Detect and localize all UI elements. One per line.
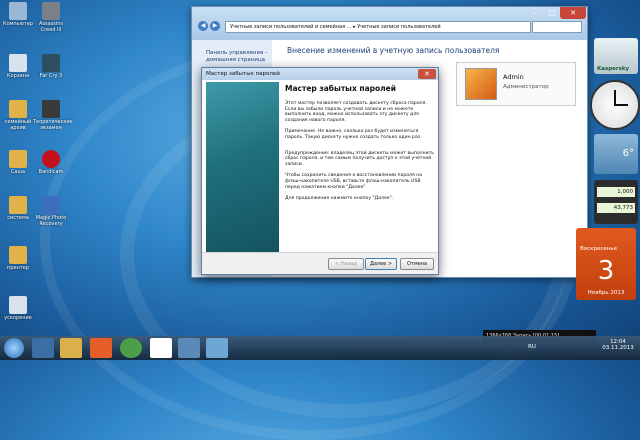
control-panel-home-link[interactable]: Панель управления - домашняя страница (206, 50, 267, 64)
recovery-icon (42, 196, 60, 214)
ie-taskbar-icon[interactable] (32, 338, 54, 358)
next-button[interactable]: Далее > (365, 258, 397, 270)
desktop-icon-label: Bandicam (38, 169, 64, 175)
folder-icon (9, 196, 27, 214)
back-button[interactable]: ◀ (198, 21, 208, 31)
clock[interactable]: 12:04 03.11.2013 (601, 339, 635, 351)
desktop-icon-exam[interactable]: Теоретические экзамен (33, 100, 73, 131)
currency-value: 1,000 (597, 187, 635, 197)
search-input[interactable] (532, 21, 582, 33)
traffic-light-icon (42, 100, 60, 118)
wizard-titlebar: Мастер забытых паролей ✕ (202, 68, 438, 80)
forward-button[interactable]: ▶ (210, 21, 220, 31)
maximize-button[interactable]: □ (544, 7, 560, 19)
taskbar: RU 12:04 03.11.2013 (0, 336, 640, 360)
yandex-taskbar-icon[interactable] (150, 338, 172, 358)
back-button[interactable]: < Назад (328, 258, 364, 270)
desktop-icon-label: Magic Photo Recovery (35, 215, 67, 227)
desktop-icon-printer[interactable]: принтер (0, 246, 36, 271)
folder-icon (9, 246, 27, 264)
document-icon (9, 296, 27, 314)
close-button[interactable]: ✕ (560, 7, 586, 19)
wizard-taskbar-icon[interactable] (206, 338, 228, 358)
desktop-icon-label: Саша (10, 169, 26, 175)
clock-hand (614, 104, 628, 106)
desktop-icon-bandicam[interactable]: Bandicam (33, 150, 69, 175)
account-tile[interactable]: Admin Администратор (456, 62, 576, 106)
folder-icon (9, 100, 27, 118)
link-line: Панель управления - (206, 50, 268, 56)
wizard-paragraph: Для продолжения нажмите кнопку "Далее". (285, 196, 394, 202)
breadcrumb-part[interactable]: Учетные записи пользователей и семейная … (230, 24, 351, 30)
avatar (465, 68, 497, 100)
address-bar[interactable]: Учетные записи пользователей и семейная … (225, 21, 531, 33)
wizard-paragraph: Этот мастер позволяет создавать дискету … (285, 101, 427, 123)
account-name: Admin (503, 73, 524, 81)
clock-date: 03.11.2013 (602, 345, 634, 351)
temperature-value: 6° (622, 148, 634, 159)
wizard-button-bar: < Назад Далее > Отмена (202, 252, 438, 274)
desktop-icon-label: Компьютер (3, 21, 33, 27)
link-line: домашняя страница (206, 57, 266, 63)
calendar-month: Ноябрь 2013 (587, 290, 625, 296)
chrome-taskbar-icon[interactable] (120, 338, 142, 358)
desktop-icon-assassins-creed[interactable]: Assassins Creed III (33, 2, 69, 33)
page-title: Внесение изменений в учетную запись поль… (287, 46, 500, 55)
game-icon (42, 2, 60, 20)
desktop-icon-speedup[interactable]: ускорение (0, 296, 36, 321)
account-role: Администратор (503, 84, 549, 90)
breadcrumb-part[interactable]: Учетные записи пользователей (357, 24, 440, 30)
desktop-icon-system[interactable]: система (0, 196, 36, 221)
desktop-icon-photo-recovery[interactable]: Magic Photo Recovery (33, 196, 69, 227)
desktop-icon-label: семейный архив (4, 119, 32, 131)
desktop-icon-label: Теоретические экзамен (33, 119, 73, 131)
desktop-icon-sasha[interactable]: Саша (0, 150, 36, 175)
record-icon (42, 150, 60, 168)
desktop-icon-label: принтер (6, 265, 30, 271)
folder-icon (9, 150, 27, 168)
control-panel-taskbar-icon[interactable] (178, 338, 200, 358)
wizard-paragraph: Чтобы сохранить сведения о восстановлени… (285, 173, 423, 190)
weather-gadget[interactable]: 6° (594, 134, 638, 174)
desktop-icon-label: система (7, 215, 29, 221)
antivirus-gadget[interactable]: Kaspersky (594, 38, 638, 74)
recycle-bin-icon (9, 54, 27, 72)
desktop-icon-far-cry[interactable]: Far Cry 3 (33, 54, 69, 79)
start-button[interactable] (4, 338, 24, 358)
wizard-content: Мастер забытых паролей Этот мастер позво… (285, 84, 435, 208)
desktop-icon-family-archive[interactable]: семейный архив (0, 100, 36, 131)
wizard-title: Мастер забытых паролей (206, 71, 280, 77)
wizard-heading: Мастер забытых паролей (285, 84, 396, 93)
calendar-weekday: Воскресенье (580, 246, 617, 252)
media-player-taskbar-icon[interactable] (90, 338, 112, 358)
control-panel-titlebar: – □ ✕ ◀ ▶ Учетные записи пользователей и… (192, 7, 587, 40)
game-icon (42, 54, 60, 72)
cancel-button[interactable]: Отмена (400, 258, 434, 270)
computer-icon (9, 2, 27, 20)
calendar-day: 3 (597, 256, 615, 286)
currency-gadget[interactable]: 1,000 43,773 (594, 180, 638, 224)
antivirus-label: Kaspersky (597, 66, 630, 72)
wizard-close-button[interactable]: ✕ (418, 69, 436, 79)
calendar-gadget[interactable]: Воскресенье 3 Ноябрь 2013 (576, 228, 636, 300)
language-indicator[interactable]: RU (528, 344, 536, 350)
desktop-icon-label: Assassins Creed III (38, 21, 64, 33)
currency-value: 43,773 (597, 203, 635, 213)
desktop-icon-label: Корзина (6, 73, 30, 79)
wizard-paragraph: Примечание. Не важно, сколько раз будет … (285, 129, 422, 140)
wizard-paragraph: Предупреждение: владелец этой дискеты мо… (285, 150, 434, 167)
wizard-banner-image (206, 82, 279, 253)
desktop-icon-computer[interactable]: Компьютер (0, 2, 36, 27)
desktop-icon-recycle-bin[interactable]: Корзина (0, 54, 36, 79)
desktop-icon-label: ускорение (4, 315, 32, 321)
forgotten-password-wizard: Мастер забытых паролей ✕ Мастер забытых … (201, 67, 439, 275)
clock-gadget[interactable] (590, 80, 640, 130)
desktop-icon-label: Far Cry 3 (39, 73, 63, 79)
explorer-taskbar-icon[interactable] (60, 338, 82, 358)
minimize-button[interactable]: – (526, 7, 544, 19)
